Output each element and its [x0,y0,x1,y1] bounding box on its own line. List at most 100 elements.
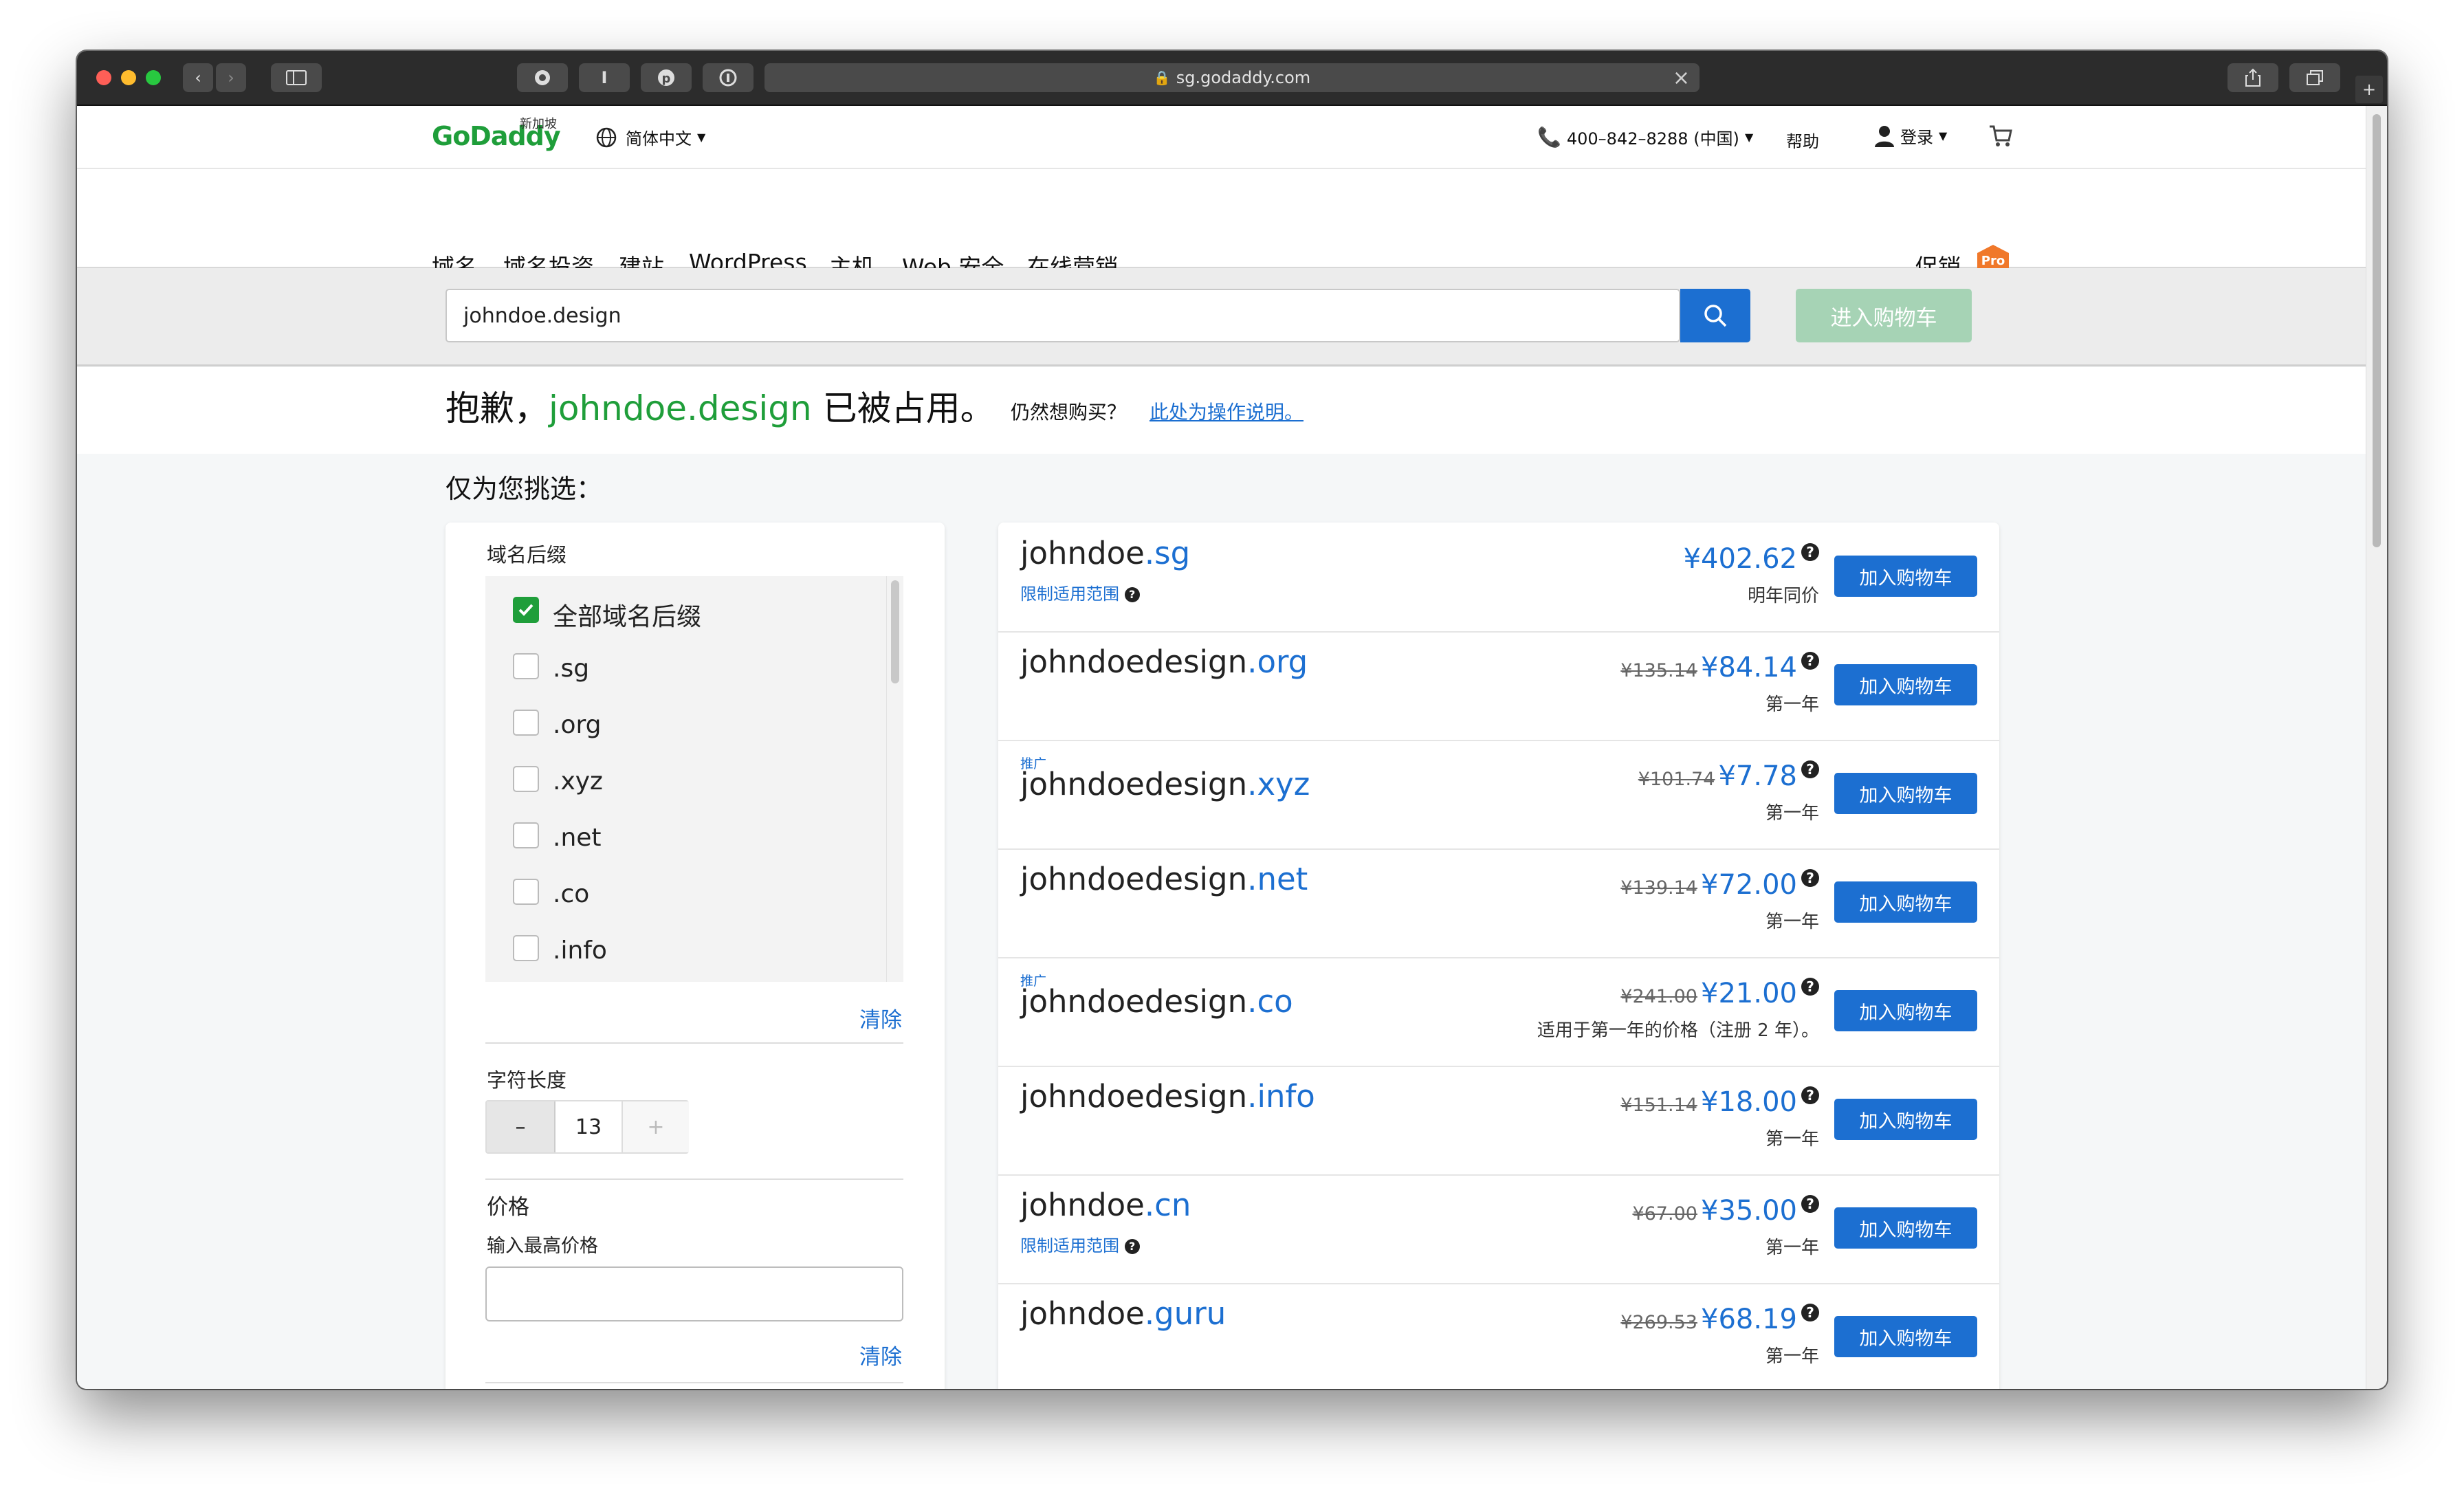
pinterest-button[interactable]: p [641,63,692,92]
unavailable-message: 抱歉，johndoe.design 已被占用。 [446,381,995,430]
cart-button[interactable] [1988,124,2013,151]
clear-url-icon[interactable]: × [1673,66,1690,90]
page-scrollbar[interactable] [2366,106,2387,1389]
length-increment-button[interactable]: + [622,1101,689,1152]
tld-option-label: .net [553,824,602,852]
tabs-overview-button[interactable] [2289,63,2340,92]
price: ¥72.00 [1701,869,1797,901]
forward-button[interactable]: › [216,63,246,92]
login-menu[interactable]: 登录 ▼ [1874,124,1947,148]
add-to-cart-button[interactable]: 加入购物车 [1834,556,1977,597]
tld-checkbox-all[interactable] [513,597,539,623]
language-selector[interactable]: 简体中文 ▼ [595,125,705,149]
search-button[interactable] [1680,289,1750,342]
price: ¥68.19 [1701,1304,1797,1335]
tld-checkbox-net[interactable] [513,822,539,848]
help-icon[interactable]: ? [1801,760,1819,778]
page-scroll-thumb[interactable] [2373,114,2381,547]
add-to-cart-button[interactable]: 加入购物车 [1834,1099,1977,1140]
filter-divider [485,1382,903,1383]
section-title: 仅为您挑选： [446,474,603,504]
filter-divider [485,1042,903,1044]
extension-2-button[interactable]: I [579,63,630,92]
help-icon[interactable]: ? [1801,1086,1819,1104]
domain-name[interactable]: johndoe.sg [1020,535,1190,571]
tld-checkbox-co[interactable] [513,879,539,905]
original-price: ¥101.74 [1638,769,1715,790]
length-decrement-button[interactable]: – [487,1101,556,1152]
domain-name[interactable]: johndoedesign.net [1020,861,1308,897]
max-price-input[interactable] [485,1266,903,1321]
price-note: 适用于第一年的价格（注册 2 年）。 [1537,1020,1819,1041]
help-icon[interactable]: ? [1801,652,1819,670]
zoom-window-button[interactable] [146,70,161,85]
caret-down-icon: ▼ [1744,131,1754,144]
help-icon[interactable]: ? [1124,587,1140,602]
chevron-right-icon: › [228,68,234,87]
help-link[interactable]: 帮助 [1786,128,1819,152]
result-row: johndoe.sg 限制适用范围 ? ¥402.62? 明年同价 加入购物车 [998,523,1999,633]
add-to-cart-button[interactable]: 加入购物车 [1834,773,1977,814]
add-to-cart-button[interactable]: 加入购物车 [1834,1207,1977,1249]
result-row: johndoe.cn 限制适用范围 ? ¥67.00 ¥35.00? 第一年 加… [998,1174,1999,1284]
help-icon[interactable]: ? [1801,978,1819,996]
minimize-window-button[interactable] [121,70,136,85]
sidebar-toggle-button[interactable] [271,63,322,92]
instapaper-icon: I [601,68,608,87]
price-group: ¥151.14 ¥18.00? [1620,1086,1819,1118]
length-value-input[interactable]: 13 [556,1101,622,1152]
tld-list-scroll-track [886,576,903,982]
address-bar[interactable]: 🔒 sg.godaddy.com × [764,63,1700,92]
help-icon[interactable]: ? [1124,1239,1140,1254]
tld-option-label: .xyz [553,767,603,796]
add-to-cart-button[interactable]: 加入购物车 [1834,1316,1977,1357]
domain-label: johndoedesign [1020,983,1248,1020]
instructions-link[interactable]: 此处为操作说明。 [1150,397,1304,425]
share-button[interactable] [2228,63,2278,92]
help-icon[interactable]: ? [1801,869,1819,887]
clear-tld-filter-link[interactable]: 清除 [859,1002,902,1033]
shopping-cart-icon [1990,125,2012,146]
domain-search-input[interactable]: johndoe.design [446,289,1680,342]
clear-price-filter-link[interactable]: 清除 [859,1339,902,1370]
domain-name[interactable]: johndoe.guru [1020,1295,1226,1332]
domain-name[interactable]: johndoe.cn [1020,1187,1191,1223]
notice-suffix: 已被占用。 [822,388,995,428]
help-icon[interactable]: ? [1801,543,1819,561]
domain-tld: .info [1247,1078,1315,1115]
domain-tld: .org [1247,644,1308,680]
result-row: johndoedesign.net ¥139.14 ¥72.00? 第一年 加入… [998,848,1999,958]
tld-checkbox-xyz[interactable] [513,766,539,792]
price-note: 明年同价 [1747,586,1819,606]
tld-option-label: .org [553,711,602,739]
add-to-cart-button[interactable]: 加入购物车 [1834,664,1977,705]
domain-name[interactable]: johndoedesign.org [1020,644,1308,680]
back-button[interactable]: ‹ [183,63,213,92]
tld-option-label: .info [553,936,607,965]
godaddy-logo[interactable]: GoDaddy 新加坡 [432,117,561,151]
pinterest-icon: p [658,69,674,86]
domain-name[interactable]: johndoedesign.info [1020,1078,1315,1115]
onepassword-button[interactable] [703,63,754,92]
new-tab-button[interactable]: + [2355,76,2383,103]
add-to-cart-button[interactable]: 加入购物车 [1834,990,1977,1031]
max-price-label: 输入最高价格 [487,1236,598,1257]
tld-checkbox-org[interactable] [513,710,539,736]
domain-name[interactable]: johndoedesign.xyz [1020,766,1310,802]
tld-checkbox-sg[interactable] [513,653,539,679]
help-icon[interactable]: ? [1801,1304,1819,1321]
search-icon [1704,305,1727,327]
original-price: ¥139.14 [1620,877,1697,899]
tld-checkbox-info[interactable] [513,935,539,961]
add-to-cart-button[interactable]: 加入购物车 [1834,881,1977,923]
domain-name[interactable]: johndoedesign.co [1020,983,1293,1020]
phone-selector[interactable]: 📞 400–842–8288 (中国) ▼ [1537,125,1753,149]
restrictions-link[interactable]: 限制适用范围 ? [1020,1232,1140,1256]
restrictions-link[interactable]: 限制适用范围 ? [1020,580,1140,604]
onepassword-icon [719,69,737,87]
close-window-button[interactable] [96,70,111,85]
tabs-icon [2307,70,2323,85]
help-icon[interactable]: ? [1801,1195,1819,1213]
go-to-cart-button[interactable]: 进入购物车 [1796,289,1972,342]
extension-1-button[interactable] [517,63,568,92]
